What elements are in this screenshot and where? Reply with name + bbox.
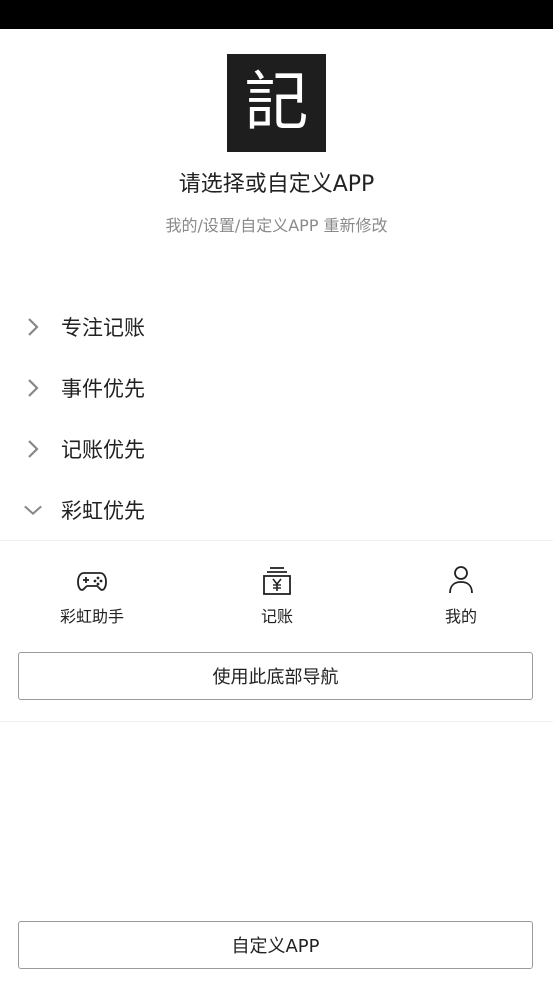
- nav-item-label: 彩虹助手: [59, 607, 124, 626]
- page-title: 请选择或自定义APP: [178, 172, 375, 197]
- option-rainbow-first[interactable]: 彩虹优先: [0, 485, 553, 535]
- option-bookkeeping-first[interactable]: 记账优先: [0, 424, 553, 474]
- option-events-first[interactable]: 事件优先: [0, 363, 553, 413]
- option-focus-bookkeeping[interactable]: 专注记账: [0, 302, 553, 352]
- gamepad-icon: [77, 572, 107, 591]
- option-label: 记账优先: [61, 438, 145, 462]
- option-label: 事件优先: [61, 377, 145, 401]
- option-label: 专注记账: [61, 316, 145, 340]
- app-logo-char: 記: [244, 66, 309, 140]
- nav-item-bookkeeping[interactable]: 记账: [217, 563, 337, 627]
- chevron-right-icon: [23, 439, 43, 459]
- chevron-right-icon: [23, 378, 43, 398]
- nav-item-label: 记账: [260, 607, 293, 626]
- nav-item-label: 我的: [444, 607, 477, 626]
- chevron-right-icon: [23, 317, 43, 337]
- ledger-yen-icon: [263, 567, 291, 595]
- use-bottom-nav-button[interactable]: 使用此底部导航: [18, 652, 533, 700]
- custom-app-button[interactable]: 自定义APP: [18, 921, 533, 969]
- nav-item-rainbow-assistant[interactable]: 彩虹助手: [32, 563, 152, 627]
- app-logo: 記: [227, 54, 326, 152]
- chevron-down-icon: [23, 500, 43, 520]
- option-label: 彩虹优先: [61, 499, 145, 523]
- page-subtitle: 我的/设置/自定义APP 重新修改: [165, 216, 388, 235]
- status-bar: [0, 0, 553, 29]
- bottom-nav-preview: 彩虹助手 记账 我的 使用此底部导航: [0, 540, 553, 722]
- nav-item-mine[interactable]: 我的: [401, 563, 521, 627]
- person-icon: [449, 566, 473, 594]
